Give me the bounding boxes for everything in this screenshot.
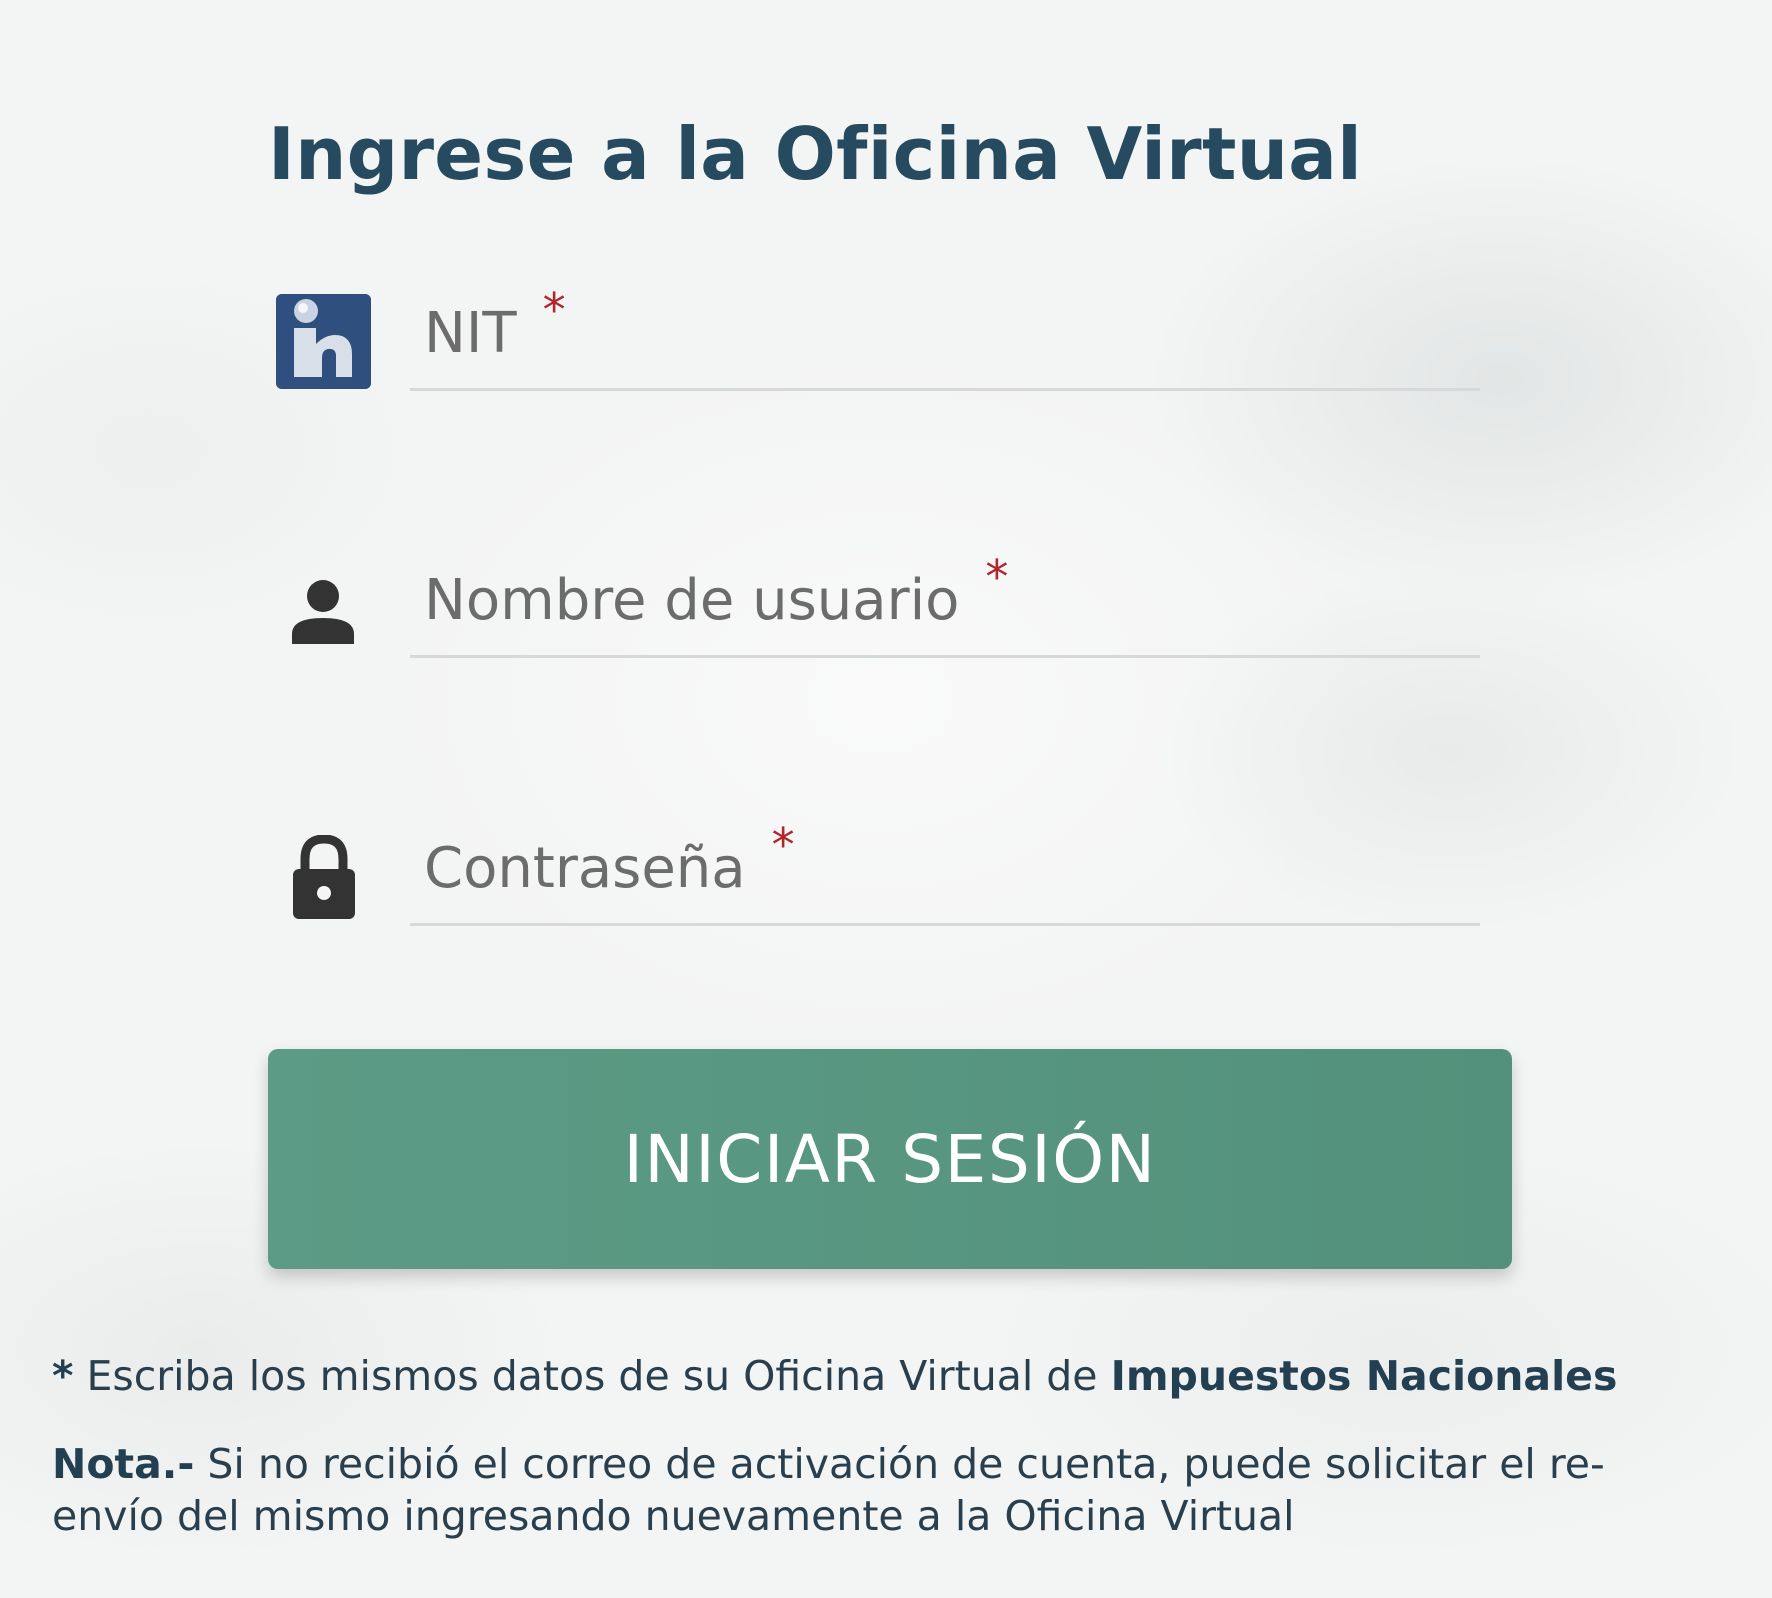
note-label: Nota.- — [52, 1440, 195, 1488]
footnote-bold: Impuestos Nacionales — [1110, 1352, 1618, 1400]
footnote-marker: * — [52, 1352, 74, 1400]
required-asterisk: * — [542, 283, 566, 337]
nit-placeholder: NIT — [424, 301, 517, 366]
username-field[interactable]: Nombre de usuario * — [410, 550, 1480, 658]
user-icon — [290, 578, 356, 644]
password-field[interactable]: Contraseña * — [410, 818, 1480, 926]
required-asterisk: * — [985, 550, 1009, 604]
username-placeholder: Nombre de usuario — [424, 568, 960, 633]
lock-icon — [291, 834, 357, 921]
page-title: Ingrese a la Oficina Virtual — [268, 112, 1363, 196]
impuestos-logo-icon — [276, 294, 371, 389]
footnote-text: Escriba los mismos datos de su Oficina V… — [86, 1352, 1098, 1400]
note: Nota.- Si no recibió el correo de activa… — [52, 1438, 1605, 1542]
login-button[interactable]: INICIAR SESIÓN — [268, 1049, 1512, 1269]
note-line1: Si no recibió el correo de activación de… — [207, 1440, 1605, 1488]
password-placeholder: Contraseña — [424, 836, 746, 901]
required-asterisk: * — [771, 818, 795, 872]
note-line2: envío del mismo ingresando nuevamente a … — [52, 1492, 1295, 1540]
footnote: * Escriba los mismos datos de su Oficina… — [52, 1350, 1617, 1402]
nit-field[interactable]: NIT * — [410, 283, 1480, 391]
